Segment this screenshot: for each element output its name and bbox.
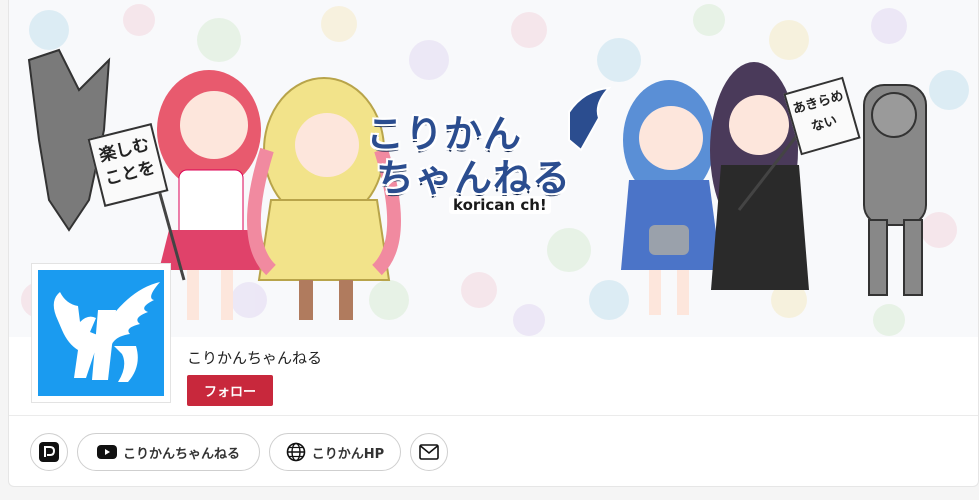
follow-button[interactable]: フォロー: [187, 375, 273, 406]
globe-icon: [286, 442, 306, 462]
homepage-link[interactable]: こりかんHP: [269, 433, 401, 471]
mail-link[interactable]: [410, 433, 448, 471]
homepage-link-label: こりかんHP: [311, 446, 385, 462]
pixiv-icon: [39, 442, 59, 462]
youtube-icon: [96, 445, 117, 459]
channel-logo: [38, 270, 164, 396]
divider: [9, 415, 978, 416]
youtube-link-label: こりかんちゃんねる: [122, 446, 240, 462]
banner-subtitle: korican ch!: [449, 196, 551, 214]
profile-card: こりかん ちゃんねる korican ch! 楽しむことを あきらめない こりか…: [8, 0, 979, 487]
banner-title-line2: ちゃんねる: [376, 156, 572, 200]
pixiv-link[interactable]: [30, 433, 68, 471]
banner-title: こりかん ちゃんねる: [366, 112, 571, 200]
banner-title-line1: こりかん: [366, 112, 523, 156]
youtube-link[interactable]: こりかんちゃんねる: [77, 433, 260, 471]
envelope-icon: [419, 444, 439, 460]
channel-name: こりかんちゃんねる: [187, 349, 323, 367]
avatar[interactable]: [31, 263, 171, 403]
winged-logo-icon: [53, 282, 160, 382]
